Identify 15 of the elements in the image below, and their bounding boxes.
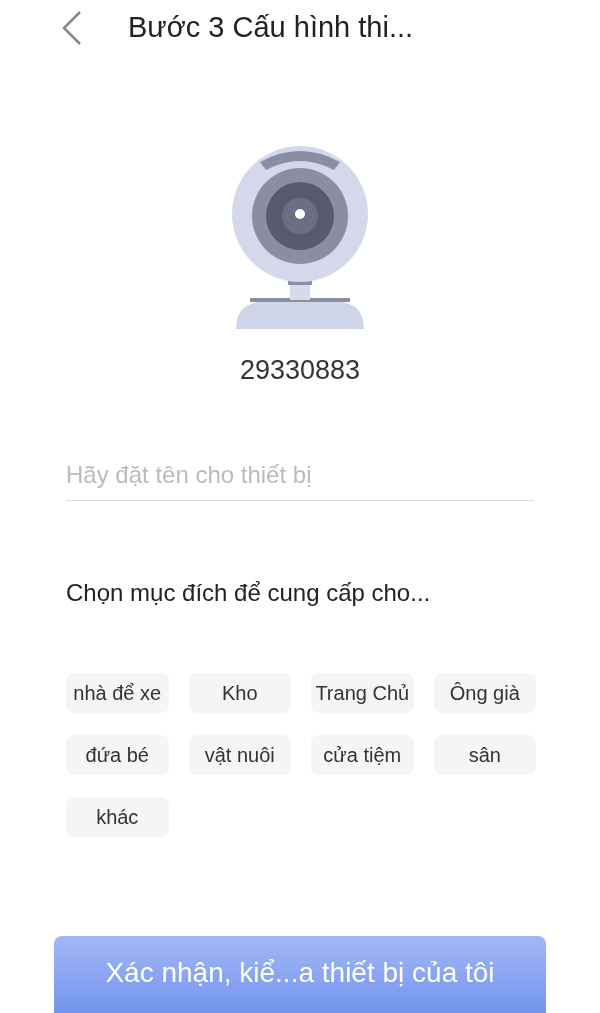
purpose-heading: Chọn mục đích để cung cấp cho... [66,577,432,608]
purpose-chip[interactable]: nhà để xe [66,672,169,713]
purpose-chip[interactable]: khác [66,796,169,837]
webcam-icon [230,146,370,330]
device-id: 29330883 [238,354,362,387]
purpose-chip[interactable]: Trang Chủ [311,672,414,713]
purpose-chip[interactable]: vật nuôi [188,734,291,775]
device-name-field[interactable]: Hãy đặt tên cho thiết bị [66,450,534,501]
back-icon[interactable] [60,10,84,46]
purpose-chip[interactable]: cửa tiệm [311,734,414,775]
purpose-chip[interactable]: đứa bé [66,734,169,775]
purpose-chip[interactable]: Kho [188,672,291,713]
page-title: Bước 3 Cấu hình thi... [128,10,414,46]
purpose-chip[interactable]: sân [433,734,536,775]
purpose-chip[interactable]: Ông già [433,672,536,713]
